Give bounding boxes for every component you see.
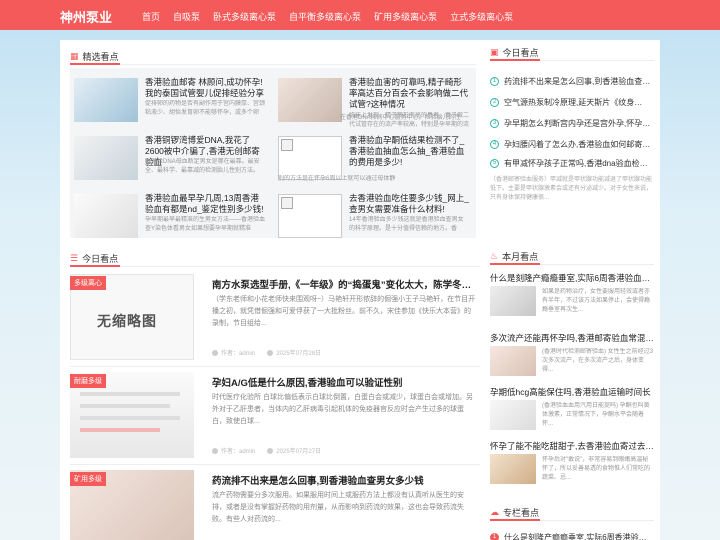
nav-item-home[interactable]: 首页: [142, 10, 160, 23]
featured-fragment-text: 在香港DNA抑的中心服务中心。检验胎儿的性: [340, 115, 461, 121]
featured-item-title[interactable]: 香港验血孕酮低结果检测不了_香港验血抽血怎么抽_香港验血的费用是多少!: [349, 135, 469, 168]
featured-grid: 香港验血邮寄 林顾问,成功怀孕!我的泰国试管婴儿促排经验分享 促排卵的药物是否有…: [70, 68, 476, 238]
article-title[interactable]: 药流排不出来是怎么回事,到香港验血查男女多少钱: [212, 473, 477, 487]
article-desc: （学东老师和小花老师快来围观呀~）马艳轩开形侬辞的倔强小王子马艳轩，在节目开播之…: [212, 296, 476, 327]
title-underline: [70, 265, 120, 267]
today-list-item[interactable]: 4 孕妇腰闪着了怎么办,香港验血如何邮寄…: [490, 139, 652, 150]
featured-thumbnail[interactable]: [74, 136, 138, 180]
site-logo[interactable]: 神州泵业: [60, 7, 112, 26]
list-icon: ☰: [70, 253, 79, 263]
title-underline: [70, 63, 120, 65]
nav-item-mining[interactable]: 矿用多级离心泵: [374, 10, 437, 23]
article-item: 耐磨多级 孕妇A/G低是什么原因,香港验血可以验证性别 时代医疗化验所 白球比偏…: [70, 372, 480, 468]
month-item-desc: (香港验血血用汽用日能提吗) 孕酮也叫黄体激素，正常情况下，孕酮水平会随着怀..…: [542, 403, 650, 427]
featured-item-desc: 促排卵的药物是否有副作用于宫内膜厚、宫颈粘液少、胡怡发育卵不能够怀孕，或多个卵: [145, 101, 265, 116]
featured-item-title[interactable]: 香港验血害的可靠吗,精子畸形率高达百分百会不会影响做二代试管?这种情况: [349, 77, 469, 110]
month-item-title[interactable]: 孕期低hcg高能保住吗,香港验血运输时间长: [490, 386, 656, 398]
month-item-thumbnail[interactable]: [490, 286, 536, 316]
article-desc: 时代医疗化验所 白球比偏低表示白球比倒置，白蛋白会或减少，球蛋白会或增加。另外对…: [212, 394, 473, 425]
month-item-desc: (香港时代检测邮寄验血) 女性生之前经过3次多次流产，在多次流产之后，身体变得.…: [542, 349, 654, 373]
month-item-title[interactable]: 怀孕了能不能吃甜甜子,去香港验血寄过去…: [490, 440, 656, 452]
calendar-icon: ▣: [490, 47, 499, 57]
featured-item[interactable]: 香港验血最早孕几周,13周香港验血有都是nd_鉴定性别多少钱! 孕早期最早最精准…: [70, 188, 268, 242]
featured-item[interactable]: 香港验血邮寄 林顾问,成功怀孕!我的泰国试管婴儿促排经验分享 促排卵的药物是否有…: [70, 72, 268, 126]
featured-thumbnail[interactable]: [74, 194, 138, 238]
nav-item-self-priming[interactable]: 自吸泵: [173, 10, 200, 23]
fire-icon: ♨: [490, 251, 499, 261]
featured-item-desc: 别的方法是在怀孕6周以上就可以通过母体静: [278, 176, 396, 182]
title-underline: [490, 59, 540, 61]
article-title[interactable]: 南方水泵选型手册,《一年级》的“捣蛋鬼”变化太大，陈学冬宋…: [212, 277, 477, 291]
month-item-thumbnail[interactable]: [490, 346, 536, 376]
featured-item-desc: 香港验DNA母血断定男女是哪在最靠。最安全、最科学、最靠减的检测胎儿性别方法。: [145, 159, 260, 174]
user-icon: [212, 349, 218, 356]
featured-item-desc: 14年香港验血多少钱这就是香港验血查男女的科学原理。是十分值得信赖的地方。香: [349, 217, 464, 232]
nav-item-horizontal[interactable]: 卧式多级离心泵: [213, 10, 276, 23]
today-left-title: ☰ 今日看点: [70, 253, 119, 264]
article-desc: 流产药物需要分多次服用。如果服用时间上或服药方法上都没有认真听从医生的安排，或者…: [212, 492, 464, 523]
broken-image-icon[interactable]: [278, 136, 342, 180]
featured-item[interactable]: 香港铜锣湾博爱DNA,我花了2600被中介骗了,香港无创邮寄验血 香港验DNA母…: [70, 130, 268, 184]
column-list-item[interactable]: 1 什么是刻隆产瘾瘾垂室,实际6周香港验血写…: [490, 532, 652, 540]
column-title: ☁ 专栏看点: [490, 507, 540, 518]
article-title[interactable]: 孕妇A/G低是什么原因,香港验血可以验证性别: [212, 375, 477, 389]
divider: [70, 366, 480, 367]
today-list-item[interactable]: 1 药流排不出来是怎么回事,到香港验血查…: [490, 76, 652, 87]
today-list-item[interactable]: 3 孕早期怎么判断宫内孕还是宫外孕,怀孕…: [490, 118, 652, 129]
month-item-thumbnail[interactable]: [490, 400, 536, 430]
month-item-desc: 如果是药物治疗，女性要服用轻效或者亦有半年，不过该方法如果停止，会使得瘾瘾垂室再…: [542, 289, 651, 313]
no-thumbnail-text: 无缩略图: [97, 313, 157, 329]
category-tag[interactable]: 耐磨多级: [70, 374, 106, 388]
grid-icon: ▦: [70, 51, 79, 61]
today-right-title: ▣ 今日看点: [490, 47, 539, 58]
nav-item-vertical[interactable]: 立式多级离心泵: [450, 10, 513, 23]
featured-thumbnail[interactable]: [74, 78, 138, 122]
nav-item-self-balancing[interactable]: 自平衡多级离心泵: [289, 10, 361, 23]
featured-item[interactable]: 去香港验血吃住要多少钱_网上_查男女需要准备什么材料! 14年香港验血多少钱这就…: [274, 188, 472, 242]
divider: [70, 464, 480, 465]
month-item-title[interactable]: 什么是刻隆产瘾瘾垂室,实际6周香港验血写…: [490, 272, 656, 284]
today-right-note: （香港邮寄验血服务）甲减就是甲状腺功能减退了甲状腺功能低下。主要是甲状腺激素会或…: [490, 177, 653, 201]
category-tag[interactable]: 多级离心: [70, 276, 106, 290]
clock-icon: [267, 447, 274, 454]
user-icon: [212, 447, 218, 454]
today-list-item[interactable]: 5 有甲减怀孕孩子正常吗,香港dna验血检…: [490, 158, 652, 169]
category-tag[interactable]: 矿用多级: [70, 472, 106, 486]
clock-icon: [267, 349, 274, 356]
month-item-title[interactable]: 多次流产还能再怀孕吗,香港邮寄验血常混…: [490, 332, 656, 344]
featured-item-title[interactable]: 去香港验血吃住要多少钱_网上_查男女需要准备什么材料!: [349, 193, 469, 215]
today-list-item[interactable]: 2 空气源热泵制冷原理,延天斯片《纹身…: [490, 97, 652, 108]
top-nav: 神州泵业 首页 自吸泵 卧式多级离心泵 自平衡多级离心泵 矿用多级离心泵 立式多…: [0, 0, 720, 30]
nav-menu: 首页 自吸泵 卧式多级离心泵 自平衡多级离心泵 矿用多级离心泵 立式多级离心泵: [142, 10, 526, 23]
month-title: ♨ 本月看点: [490, 251, 539, 262]
divider: [70, 266, 480, 267]
featured-thumbnail[interactable]: [278, 78, 342, 122]
divider: [70, 64, 476, 65]
article-item: 矿用多级 药流排不出来是怎么回事,到香港验血查男女多少钱 流产药物需要分多次服用…: [70, 470, 480, 540]
article-item: 无缩略图 多级离心 南方水泵选型手册,《一年级》的“捣蛋鬼”变化太大，陈学冬宋……: [70, 274, 480, 370]
featured-title: ▦ 精选看点: [70, 51, 119, 62]
featured-item[interactable]: 香港验血孕酮低结果检测不了_香港验血抽血怎么抽_香港验血的费用是多少! 别的方法…: [274, 130, 472, 184]
month-item-thumbnail[interactable]: [490, 454, 536, 484]
article-meta: 作者：admin 2025年07月28日: [212, 348, 321, 357]
title-underline: [490, 519, 540, 521]
main-content: ▦ 精选看点 香港验血邮寄 林顾问,成功怀孕!我的泰国试管婴儿促排经验分享 促排…: [60, 40, 660, 540]
cloud-icon: ☁: [490, 507, 499, 517]
featured-item-title[interactable]: 香港验血邮寄 林顾问,成功怀孕!我的泰国试管婴儿促排经验分享: [145, 77, 265, 99]
broken-image-icon[interactable]: [278, 194, 342, 238]
title-underline: [490, 263, 540, 265]
featured-item-title[interactable]: 香港验血最早孕几周,13周香港验血有都是nd_鉴定性别多少钱!: [145, 193, 265, 215]
article-meta: 作者：admin 2025年07月27日: [212, 446, 321, 455]
month-item-desc: 怀孕后对"敢说"，非常容易到眼嫩高温秘怀了，所以妥善易透的食物惟人们常吃的蔬菜、…: [542, 457, 651, 481]
featured-item-desc: 孕早期最早最精准的生男女方法——香港验血查Y染色体看男女如果想要孕早期就精准: [145, 217, 265, 232]
